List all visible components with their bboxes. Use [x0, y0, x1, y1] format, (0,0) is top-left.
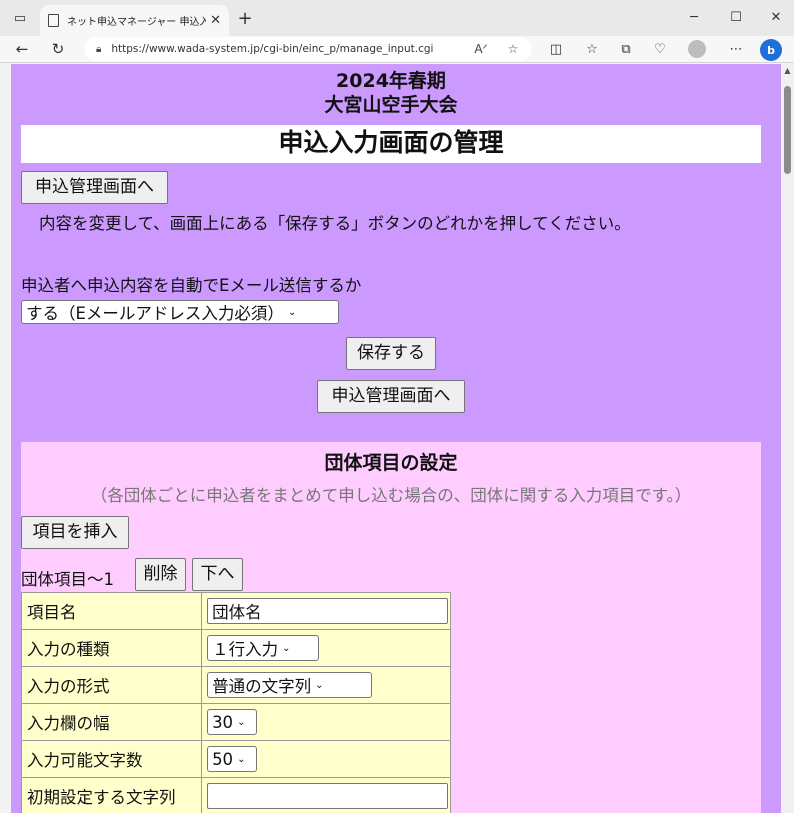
row-label: 項目名 — [20, 592, 203, 630]
group-heading: 団体項目の設定 — [324, 452, 458, 474]
refresh-icon[interactable]: ↻ — [46, 38, 70, 60]
minimize-icon[interactable]: ─ — [680, 6, 708, 28]
max-length-select[interactable]: 50 ⌄ — [207, 746, 258, 772]
insert-item-button[interactable]: 項目を挿入 — [21, 516, 129, 549]
input-type-select[interactable]: １行入力 ⌄ — [207, 635, 320, 661]
row-label: 初期設定する文字列 — [20, 777, 203, 813]
table-row: 入力可能文字数 50 ⌄ — [20, 740, 451, 778]
event-year: 2024年春期 — [336, 70, 446, 92]
item-name-input[interactable]: 団体名 — [207, 598, 449, 624]
email-question-label: 申込者へ申込内容を自動でEメール送信するか — [21, 276, 362, 295]
close-window-icon[interactable]: ✕ — [762, 6, 790, 28]
new-tab-icon[interactable]: + — [234, 7, 256, 29]
email-send-select-value: する（Eメールアドレス入力必須） — [26, 304, 284, 323]
url-field[interactable]: 🔒︎ https://www.wada-system.jp/cgi-bin/ei… — [84, 37, 532, 61]
group-item-label: 団体項目〜1 — [21, 570, 114, 589]
chevron-down-icon: ⌄ — [237, 753, 246, 765]
group-settings-panel: 団体項目の設定 （各団体ごとに申込者をまとめて申し込む場合の、団体に関する入力項… — [20, 442, 761, 813]
max-length-value: 50 — [212, 749, 234, 769]
group-description: （各団体ごとに申込者をまとめて申し込む場合の、団体に関する入力項目です。） — [90, 486, 692, 505]
page-title: 申込入力画面の管理 — [278, 128, 504, 157]
table-row: 初期設定する文字列 — [20, 777, 451, 813]
row-label: 入力可能文字数 — [20, 740, 203, 778]
close-tab-icon[interactable]: ✕ — [210, 13, 221, 28]
scroll-thumb[interactable] — [784, 86, 791, 174]
browser-tab[interactable]: ネット申込マネージャー 申込入力画面 ✕ — [40, 5, 229, 36]
event-name: 大宮山空手大会 — [324, 94, 458, 116]
page-icon — [48, 14, 59, 27]
input-format-value: 普通の文字列 — [212, 677, 312, 696]
field-width-value: 30 — [212, 712, 234, 732]
profile-avatar[interactable] — [688, 40, 706, 58]
move-down-button[interactable]: 下へ — [192, 558, 243, 591]
row-label: 入力の種類 — [20, 629, 203, 667]
tab-bar: ▭ ネット申込マネージャー 申込入力画面 ✕ + ─ ☐ ✕ — [0, 0, 794, 36]
row-label: 入力欄の幅 — [20, 703, 203, 741]
url-text: https://www.wada-system.jp/cgi-bin/einc_… — [111, 43, 434, 55]
input-format-select[interactable]: 普通の文字列 ⌄ — [207, 672, 373, 698]
chevron-down-icon: ⌄ — [237, 716, 246, 728]
scroll-up-icon[interactable]: ▲ — [781, 66, 794, 78]
row-label: 入力の形式 — [20, 666, 203, 704]
table-row: 入力の種類 １行入力 ⌄ — [20, 629, 451, 667]
address-bar: ← ↻ 🔒︎ https://www.wada-system.jp/cgi-bi… — [0, 36, 794, 63]
tab-title: ネット申込マネージャー 申込入力画面 — [67, 17, 207, 28]
lock-icon: 🔒︎ — [96, 43, 102, 55]
default-text-input[interactable] — [207, 783, 449, 809]
instruction-text: 内容を変更して、画面上にある「保存する」ボタンのどれかを押してください。 — [39, 214, 631, 233]
delete-button[interactable]: 削除 — [135, 558, 186, 591]
bing-copilot-icon[interactable]: b — [760, 39, 782, 61]
to-manage-button[interactable]: 申込管理画面へ — [21, 171, 168, 204]
table-row: 入力欄の幅 30 ⌄ — [20, 703, 451, 741]
email-send-select[interactable]: する（Eメールアドレス入力必須） ⌄ — [21, 300, 339, 324]
more-menu-icon[interactable]: ⋯ — [724, 38, 748, 60]
favorites-icon[interactable]: ☆ — [580, 38, 604, 60]
to-manage-button-2[interactable]: 申込管理画面へ — [317, 380, 465, 413]
browser-essentials-icon[interactable]: ♡ — [648, 38, 672, 60]
input-type-value: １行入力 — [212, 640, 279, 659]
tab-actions-icon[interactable]: ▭ — [6, 6, 34, 30]
group-item-settings-table: 項目名 団体名 入力の種類 １行入力 ⌄ 入力の形式 普通の文字列 ⌄ 入力欄の… — [20, 592, 451, 813]
chevron-down-icon: ⌄ — [282, 642, 291, 654]
field-width-select[interactable]: 30 ⌄ — [207, 709, 258, 735]
title-bar: 申込入力画面の管理 — [21, 125, 761, 163]
table-row: 入力の形式 普通の文字列 ⌄ — [20, 666, 451, 704]
save-button[interactable]: 保存する — [346, 337, 436, 370]
favorite-star-icon[interactable]: ☆ — [502, 38, 524, 60]
table-row: 項目名 団体名 — [20, 592, 451, 630]
read-aloud-icon[interactable]: Aᐟ — [470, 38, 492, 60]
chevron-down-icon: ⌄ — [315, 679, 324, 691]
vertical-scrollbar[interactable]: ▲ — [781, 64, 794, 813]
page-viewport: 2024年春期 大宮山空手大会 申込入力画面の管理 申込管理画面へ 内容を変更し… — [11, 64, 781, 813]
chevron-down-icon: ⌄ — [287, 306, 297, 318]
maximize-icon[interactable]: ☐ — [722, 6, 750, 28]
back-icon[interactable]: ← — [10, 38, 34, 60]
collections-icon[interactable]: ⧉ — [614, 38, 638, 60]
split-screen-icon[interactable]: ◫ — [544, 38, 568, 60]
